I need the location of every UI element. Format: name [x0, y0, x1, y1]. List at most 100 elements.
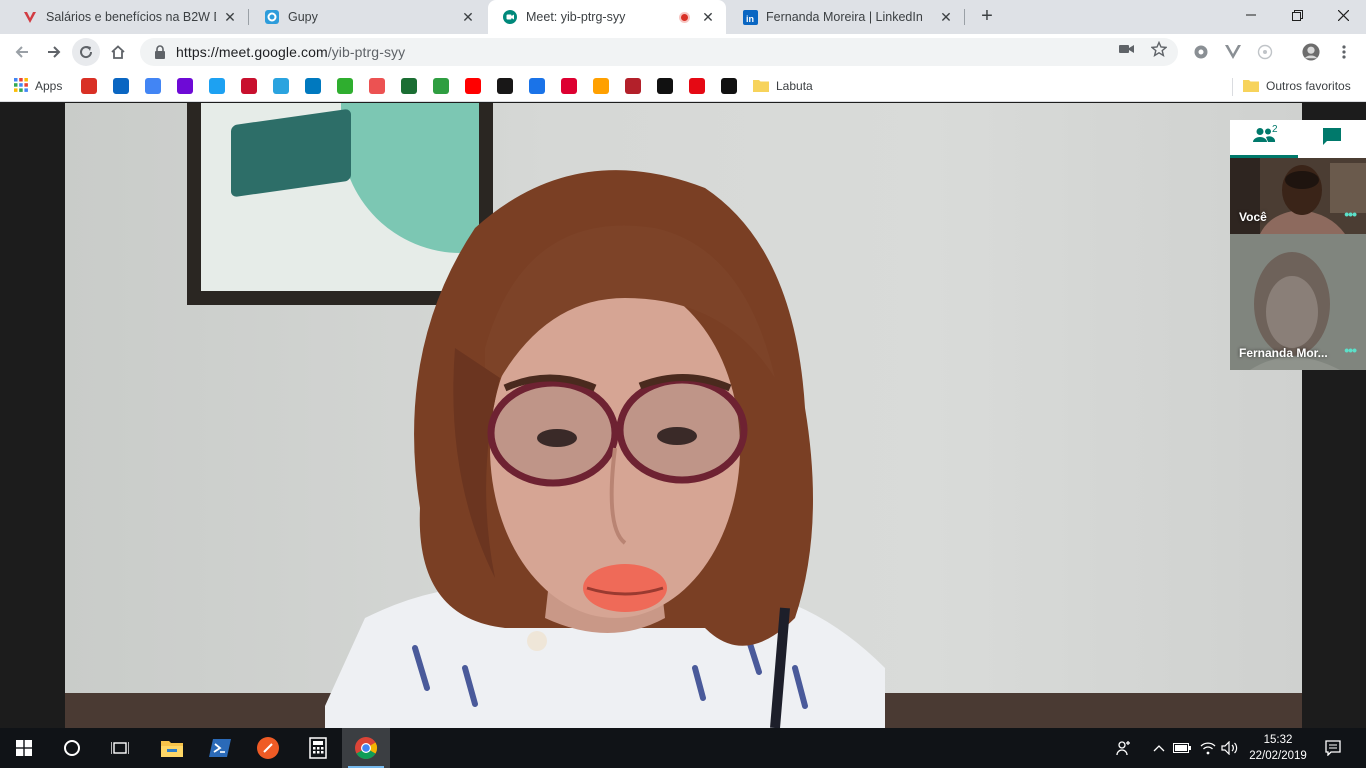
bookmark-linkedin[interactable]: [113, 77, 129, 95]
firebase-icon: [593, 78, 609, 94]
wifi-icon[interactable]: [1198, 728, 1218, 768]
bookmark-label: Apps: [35, 79, 63, 93]
trello-icon: [305, 78, 321, 94]
linkedin-icon: [113, 78, 129, 94]
bookmark-github[interactable]: [497, 77, 513, 95]
close-tab-icon[interactable]: ✕: [938, 9, 954, 25]
bookmark-google-translate[interactable]: [145, 77, 161, 95]
bookmark-folder-labuta[interactable]: Labuta: [753, 77, 813, 95]
tab-title: Fernanda Moreira | LinkedIn: [766, 10, 923, 24]
more-options-icon[interactable]: •••: [1344, 342, 1357, 358]
bookmark-youtube[interactable]: [465, 77, 481, 95]
battery-icon[interactable]: [1172, 728, 1192, 768]
reload-icon[interactable]: [72, 38, 100, 66]
amazon-icon: [721, 78, 737, 94]
calculator-icon[interactable]: [294, 728, 342, 768]
bookmark-star-icon[interactable]: [1150, 40, 1168, 58]
action-center-icon[interactable]: [1318, 728, 1348, 768]
google-translate-icon: [145, 78, 161, 94]
restore-icon[interactable]: [1274, 0, 1320, 30]
address-bar[interactable]: https://meet.google.com/yib-ptrg-syy: [140, 38, 1178, 66]
main-video-feed[interactable]: [65, 103, 1302, 728]
tab-linkedin[interactable]: in Fernanda Moreira | LinkedIn ✕: [728, 0, 964, 34]
github-icon: [497, 78, 513, 94]
bookmark-telegram[interactable]: [273, 77, 289, 95]
bookmark-netflix[interactable]: [689, 77, 705, 95]
forward-icon[interactable]: [40, 38, 68, 66]
bookmark-olx[interactable]: [177, 77, 193, 95]
chrome-taskbar-icon[interactable]: [342, 728, 390, 768]
file-explorer-icon[interactable]: [148, 728, 196, 768]
bookmark-twitter[interactable]: [209, 77, 225, 95]
bookmark-firebase[interactable]: [593, 77, 609, 95]
extension-gear-icon[interactable]: [1192, 43, 1210, 61]
close-tab-icon[interactable]: ✕: [460, 9, 476, 25]
close-tab-icon[interactable]: ✕: [700, 9, 716, 25]
cortana-search-icon[interactable]: [48, 728, 96, 768]
minimize-icon[interactable]: [1228, 0, 1274, 30]
bookmark-terminal[interactable]: [401, 77, 417, 95]
bookmark-apps[interactable]: Apps: [14, 77, 62, 95]
angular-icon: [561, 78, 577, 94]
close-window-icon[interactable]: [1320, 0, 1366, 30]
clock-date: 22/02/2019: [1249, 750, 1307, 762]
windows-taskbar: 15:32 22/02/2019: [0, 728, 1366, 768]
bookmark-bowie[interactable]: [625, 77, 641, 95]
taskbar-clock[interactable]: 15:32 22/02/2019: [1244, 732, 1312, 764]
url-text: https://meet.google.com/yib-ptrg-syy: [176, 44, 406, 60]
extension-vue-icon[interactable]: [1224, 43, 1242, 61]
youtube-icon: [465, 78, 481, 94]
camera-in-use-icon[interactable]: [1118, 40, 1136, 58]
volume-icon[interactable]: [1220, 728, 1240, 768]
tab-gupy[interactable]: Gupy ✕: [250, 0, 486, 34]
people-tray-icon[interactable]: [1112, 728, 1136, 768]
postman-icon[interactable]: [244, 728, 292, 768]
bookmark-quiz[interactable]: [337, 77, 353, 95]
home-icon[interactable]: [104, 38, 132, 66]
bookmark-other-favorites[interactable]: Outros favoritos: [1243, 77, 1351, 95]
quiz-icon: [337, 78, 353, 94]
bookmark-udemy[interactable]: [369, 77, 385, 95]
participant-name: Você: [1239, 210, 1267, 224]
more-options-icon[interactable]: •••: [1344, 206, 1357, 222]
people-tab[interactable]: 2: [1230, 120, 1298, 158]
folder-icon: [753, 78, 769, 95]
powershell-icon[interactable]: [196, 728, 244, 768]
chat-tab[interactable]: [1298, 120, 1366, 158]
bl-icon: [657, 78, 673, 94]
bookmark-amazon[interactable]: [721, 77, 737, 95]
meet-icon: [502, 9, 518, 25]
show-hidden-icons-chevron-icon[interactable]: [1150, 728, 1168, 768]
clock-time: 15:32: [1263, 734, 1293, 746]
meet-panel-tabs: 2: [1230, 120, 1366, 158]
bookmarks-bar: Apps Labuta Outros favoritos: [0, 70, 1366, 102]
olx-icon: [177, 78, 193, 94]
terminal-icon: [401, 78, 417, 94]
lock-icon[interactable]: [154, 45, 168, 59]
bowie-icon: [625, 78, 641, 94]
participant-count: 2: [1272, 124, 1278, 135]
bookmark-stack-overflow[interactable]: [433, 77, 449, 95]
menu-kebab-icon[interactable]: [1335, 43, 1353, 61]
start-windows-icon[interactable]: [0, 728, 48, 768]
bookmark-label: Labuta: [776, 79, 813, 93]
back-icon[interactable]: [8, 38, 36, 66]
tab-meet[interactable]: Meet: yib-ptrg-syy ✕: [488, 0, 726, 34]
close-tab-icon[interactable]: ✕: [222, 9, 238, 25]
profile-avatar-icon[interactable]: [1302, 43, 1320, 61]
gupy-icon: [264, 9, 280, 25]
bookmark-trello[interactable]: [305, 77, 321, 95]
meet-stage: 2 Você ••• Fernanda Mor... •••: [0, 103, 1366, 728]
bookmark-bookmark[interactable]: [529, 77, 545, 95]
task-view-icon[interactable]: [96, 728, 144, 768]
bookmark-gmail[interactable]: [81, 77, 97, 95]
participant-tile-self[interactable]: Você •••: [1230, 158, 1366, 234]
extension-react-icon[interactable]: [1256, 43, 1274, 61]
new-tab-button[interactable]: +: [976, 5, 998, 27]
participant-tile-fernanda[interactable]: Fernanda Mor... •••: [1230, 234, 1366, 370]
bookmark-bl[interactable]: [657, 77, 673, 95]
bookmark-mendeley[interactable]: [241, 77, 257, 95]
tab-salarios[interactable]: Salários e benefícios na B2W Dig ✕: [8, 0, 248, 34]
bookmark-icon: [529, 78, 545, 94]
bookmark-angular[interactable]: [561, 77, 577, 95]
